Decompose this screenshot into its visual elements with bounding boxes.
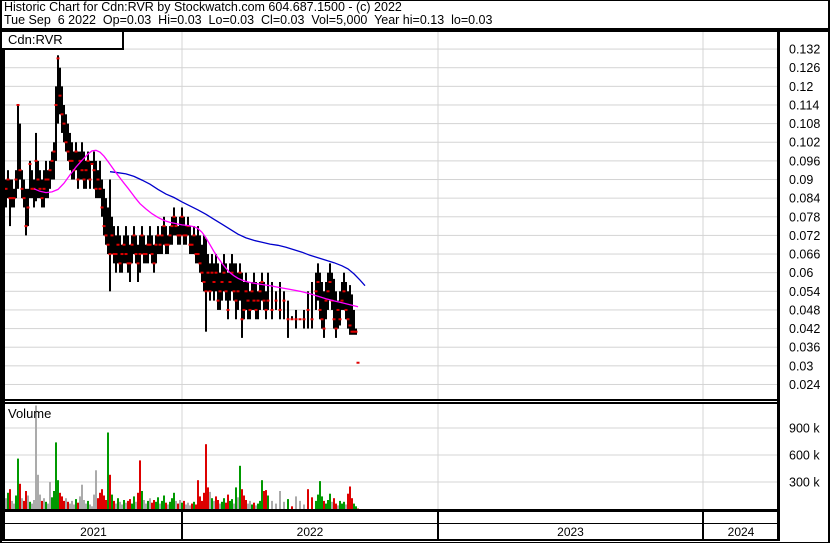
price-axis-label: 0.048 — [789, 303, 820, 317]
quote-summary-line: Tue Sep 6 2022 Op=0.03 Hi=0.03 Lo=0.03 C… — [4, 14, 824, 27]
volume-panel-label: Volume — [8, 406, 51, 421]
price-axis-label: 0.084 — [789, 192, 820, 206]
price-axis-label: 0.132 — [789, 43, 820, 57]
outer-border-left — [0, 0, 2, 543]
price-axis-label: 0.108 — [789, 117, 820, 131]
year-axis-label-2021: 2021 — [5, 525, 182, 539]
price-axis-label: 0.066 — [789, 248, 820, 262]
chart-background — [0, 0, 830, 543]
volume-axis-label: 600 k — [789, 449, 820, 463]
price-axis-label: 0.054 — [789, 285, 820, 299]
price-axis-label: 0.126 — [789, 61, 820, 75]
titlebar: Historic Chart for Cdn:RVR by Stockwatch… — [4, 1, 824, 28]
chart-canvas: 0.132 0.126 0.12 0.114 0.108 0.102 0.096 0.09 0.… — [0, 0, 830, 543]
price-axis-label: 0.072 — [789, 229, 820, 243]
symbol-tab: Cdn:RVR — [2, 32, 124, 50]
price-axis-label: 0.03 — [789, 359, 813, 373]
symbol-label: Cdn:RVR — [8, 32, 63, 47]
price-axis-label: 0.078 — [789, 210, 820, 224]
year-axis-label-2023: 2023 — [438, 525, 703, 539]
price-axis-label: 0.102 — [789, 136, 820, 150]
titlebar-divider — [0, 28, 830, 32]
year-axis-label-2022: 2022 — [182, 525, 438, 539]
price-axis-label: 0.024 — [789, 378, 820, 392]
volume-axis-label: 900 k — [789, 422, 820, 436]
price-axis-label: 0.096 — [789, 154, 820, 168]
price-axis-label: 0.114 — [789, 98, 819, 112]
price-axis-label: 0.042 — [789, 322, 820, 336]
volume-axis-label: 300 k — [789, 476, 820, 490]
price-axis-label: 0.12 — [789, 80, 813, 94]
price-axis-label: 0.09 — [789, 173, 813, 187]
price-axis-label: 0.06 — [789, 266, 813, 280]
outer-border-top — [0, 0, 830, 1]
historic-chart-window: 0.132 0.126 0.12 0.114 0.108 0.102 0.096 0.09 0.… — [0, 0, 830, 543]
year-axis-label-2024: 2024 — [703, 525, 779, 539]
price-axis-label: 0.036 — [789, 341, 820, 355]
